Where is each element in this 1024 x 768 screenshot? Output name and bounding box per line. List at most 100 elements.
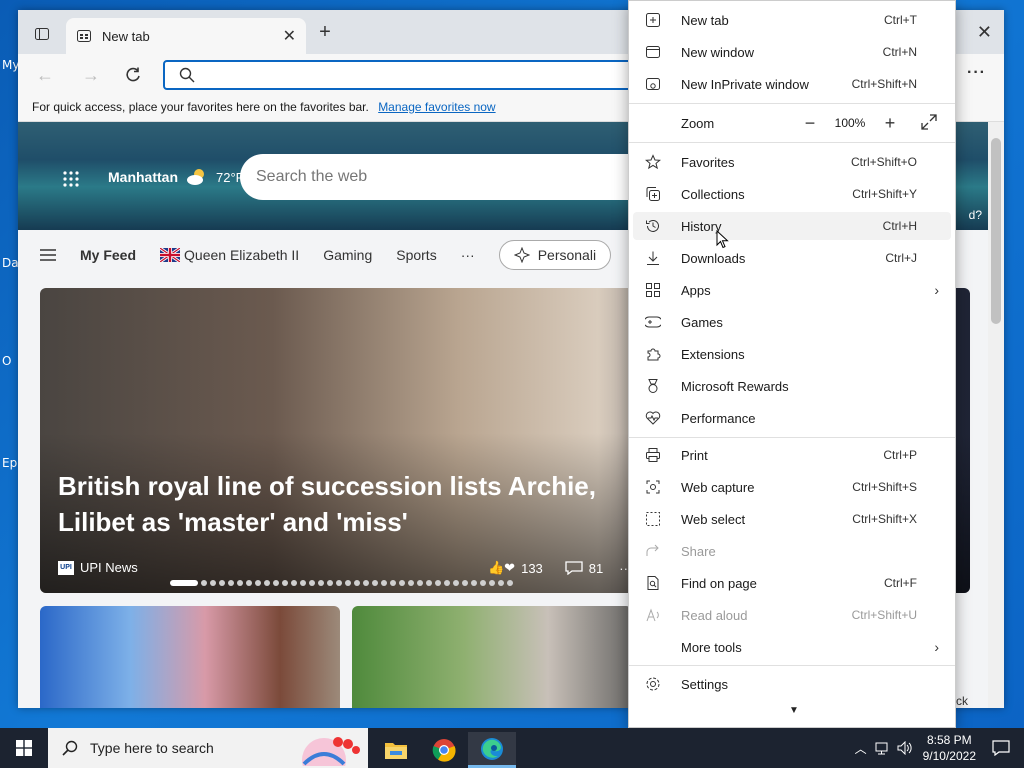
desktop-icon-label[interactable]: O: [2, 354, 11, 368]
tab-gaming[interactable]: Gaming: [323, 247, 372, 263]
carousel-dot[interactable]: [453, 580, 459, 586]
carousel-dot[interactable]: [489, 580, 495, 586]
carousel-dot[interactable]: [201, 580, 207, 586]
menu-item-downloads[interactable]: Downloads Ctrl+J: [633, 244, 951, 272]
carousel-dot[interactable]: [408, 580, 414, 586]
tab-my-feed[interactable]: My Feed: [80, 247, 136, 263]
clock[interactable]: 8:58 PM 9/10/2022: [923, 732, 976, 764]
carousel-dot[interactable]: [435, 580, 441, 586]
menu-item-favorites[interactable]: Favorites Ctrl+Shift+O: [633, 148, 951, 176]
carousel-dot[interactable]: [336, 580, 342, 586]
menu-item-microsoft-rewards[interactable]: Microsoft Rewards: [633, 372, 951, 400]
carousel-dot[interactable]: [480, 580, 486, 586]
volume-icon[interactable]: [897, 741, 913, 755]
tab-actions-button[interactable]: [26, 22, 58, 46]
menu-item-new-tab[interactable]: New tab Ctrl+T: [633, 6, 951, 34]
chevron-up-icon[interactable]: ︿: [855, 740, 867, 757]
start-button[interactable]: [0, 728, 48, 768]
menu-item-more-tools[interactable]: More tools ›: [633, 633, 951, 661]
carousel-dot[interactable]: [345, 580, 351, 586]
carousel-dot[interactable]: [246, 580, 252, 586]
carousel-dot[interactable]: [399, 580, 405, 586]
comment-icon[interactable]: [565, 561, 583, 575]
weather-widget[interactable]: Manhattan 72°F: [108, 168, 244, 186]
file-explorer-taskbar-icon[interactable]: [372, 732, 420, 768]
news-card-image[interactable]: [40, 606, 340, 708]
tab-new-tab[interactable]: New tab ✕: [66, 18, 306, 54]
menu-item-extensions[interactable]: Extensions: [633, 340, 951, 368]
page-scrollbar[interactable]: [988, 122, 1004, 708]
hamburger-menu-icon[interactable]: [40, 249, 56, 261]
carousel-dot[interactable]: [498, 580, 504, 586]
zoom-out-button[interactable]: −: [791, 113, 829, 134]
edge-taskbar-icon[interactable]: [468, 732, 516, 768]
carousel-dot[interactable]: [210, 580, 216, 586]
menu-item-collections[interactable]: Collections Ctrl+Shift+Y: [633, 180, 951, 208]
app-launcher-icon[interactable]: [62, 170, 80, 188]
carousel-dot[interactable]: [291, 580, 297, 586]
carousel-dot[interactable]: [318, 580, 324, 586]
refresh-icon[interactable]: [122, 64, 144, 86]
taskbar-search-box[interactable]: Type here to search: [48, 728, 368, 768]
desktop-icon-label[interactable]: Da: [2, 256, 19, 270]
menu-item-web-capture[interactable]: Web capture Ctrl+Shift+S: [633, 473, 951, 501]
menu-item-performance[interactable]: Performance: [633, 404, 951, 432]
news-headline[interactable]: British royal line of succession lists A…: [58, 468, 618, 540]
menu-item-settings[interactable]: Settings: [633, 670, 951, 698]
back-icon[interactable]: ←: [34, 64, 56, 86]
carousel-dot[interactable]: [264, 580, 270, 586]
notifications-icon[interactable]: [992, 740, 1010, 756]
news-card-image[interactable]: [352, 606, 632, 708]
carousel-dot[interactable]: [327, 580, 333, 586]
chrome-taskbar-icon[interactable]: [420, 732, 468, 768]
like-heart-icon[interactable]: 👍❤: [488, 560, 515, 576]
carousel-dot[interactable]: [417, 580, 423, 586]
window-close-icon[interactable]: ✕: [977, 22, 992, 43]
web-search-input[interactable]: Search the web: [240, 154, 660, 200]
carousel-dot[interactable]: [381, 580, 387, 586]
carousel-dot[interactable]: [390, 580, 396, 586]
menu-scroll-down-icon[interactable]: ▼: [789, 705, 799, 716]
menu-item-apps[interactable]: Apps ›: [633, 276, 951, 304]
tab-queen-elizabeth[interactable]: Queen Elizabeth II: [160, 247, 299, 263]
carousel-dot[interactable]: [354, 580, 360, 586]
carousel-dot[interactable]: [444, 580, 450, 586]
zoom-in-button[interactable]: +: [871, 113, 909, 134]
menu-item-new-inprivate-window[interactable]: New InPrivate window Ctrl+Shift+N: [633, 70, 951, 98]
carousel-dot[interactable]: [237, 580, 243, 586]
menu-item-print[interactable]: Print Ctrl+P: [633, 441, 951, 469]
carousel-dot[interactable]: [426, 580, 432, 586]
carousel-dot[interactable]: [309, 580, 315, 586]
settings-and-more-button[interactable]: ···: [967, 64, 986, 82]
carousel-dot[interactable]: [170, 580, 198, 586]
carousel-dots[interactable]: [170, 580, 513, 586]
new-tab-button[interactable]: +: [314, 22, 336, 44]
carousel-dot[interactable]: [228, 580, 234, 586]
manage-favorites-link[interactable]: Manage favorites now: [378, 100, 495, 114]
network-icon[interactable]: [875, 741, 891, 755]
menu-item-web-select[interactable]: Web select Ctrl+Shift+X: [633, 505, 951, 533]
carousel-dot[interactable]: [462, 580, 468, 586]
desktop-icon-label[interactable]: My: [2, 58, 19, 72]
carousel-dot[interactable]: [471, 580, 477, 586]
desktop-icon-label[interactable]: Ep: [2, 456, 17, 470]
close-tab-icon[interactable]: ✕: [283, 26, 296, 46]
menu-item-new-window[interactable]: New window Ctrl+N: [633, 38, 951, 66]
scrollbar-thumb[interactable]: [991, 138, 1001, 324]
carousel-dot[interactable]: [219, 580, 225, 586]
carousel-dot[interactable]: [363, 580, 369, 586]
personalize-button[interactable]: Personali: [498, 240, 612, 270]
menu-item-find-on-page[interactable]: Find on page Ctrl+F: [633, 569, 951, 597]
more-topics-button[interactable]: ···: [461, 247, 475, 263]
carousel-dot[interactable]: [282, 580, 288, 586]
carousel-dot[interactable]: [507, 580, 513, 586]
menu-item-history[interactable]: History Ctrl+H: [633, 212, 951, 240]
forward-icon[interactable]: →: [80, 64, 102, 86]
tab-sports[interactable]: Sports: [396, 247, 436, 263]
menu-item-games[interactable]: Games: [633, 308, 951, 336]
carousel-dot[interactable]: [372, 580, 378, 586]
fullscreen-icon[interactable]: [921, 113, 937, 133]
carousel-dot[interactable]: [300, 580, 306, 586]
carousel-dot[interactable]: [273, 580, 279, 586]
carousel-dot[interactable]: [255, 580, 261, 586]
